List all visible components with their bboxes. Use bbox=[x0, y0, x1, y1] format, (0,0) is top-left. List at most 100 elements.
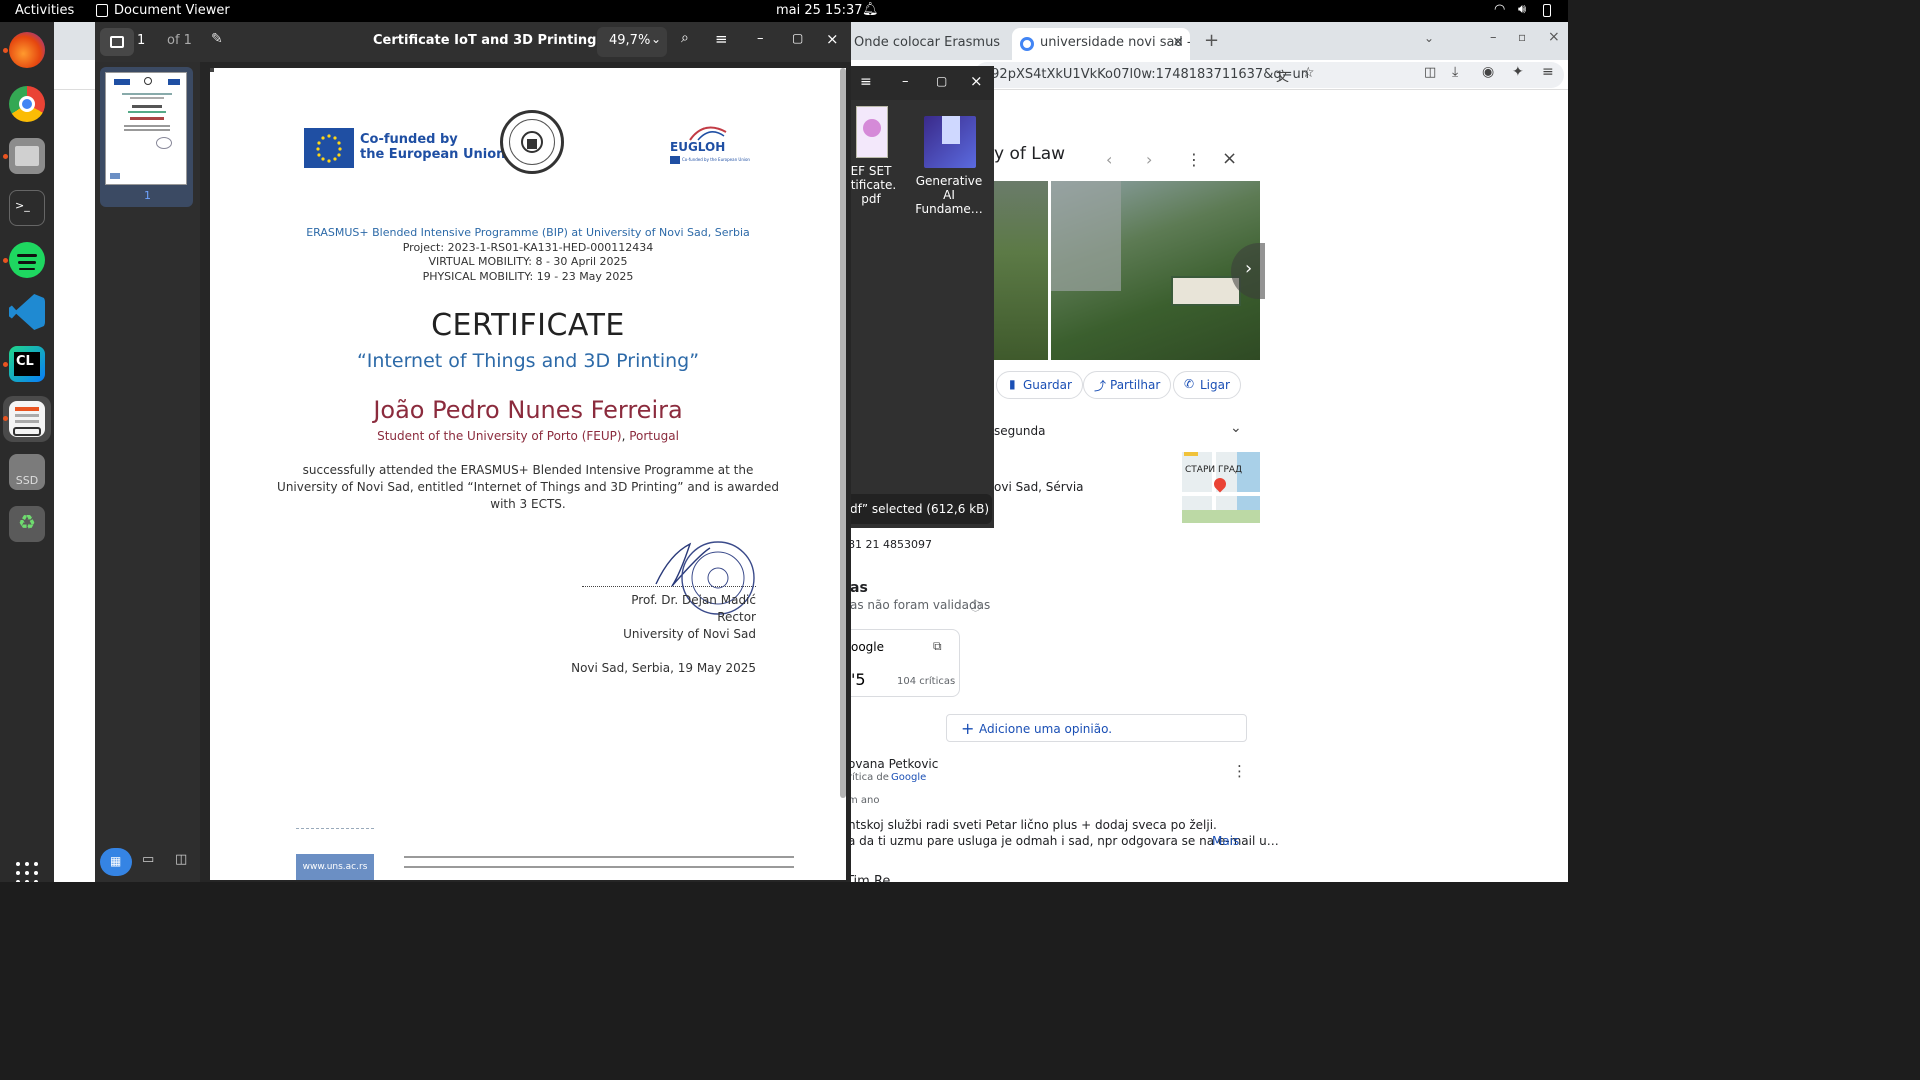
battery-icon[interactable] bbox=[1543, 4, 1551, 17]
annotations-icon[interactable]: ▭ bbox=[142, 852, 154, 867]
menu-icon[interactable]: ≡ bbox=[1542, 64, 1554, 80]
signer-name: Prof. Dr. Dejan Madić bbox=[631, 593, 756, 607]
clock[interactable]: mai 25 15:37 bbox=[776, 3, 863, 18]
address-text: ovi Sad, Sérvia bbox=[994, 480, 1084, 494]
place-photo[interactable] bbox=[994, 181, 1048, 360]
maximize-icon[interactable]: ▢ bbox=[792, 31, 803, 45]
notification-bell-icon[interactable]: 🔔︎ bbox=[862, 2, 879, 17]
annotate-pen-icon[interactable]: ✎ bbox=[211, 31, 223, 47]
running-indicator bbox=[3, 154, 8, 159]
call-button[interactable]: ✆ Ligar bbox=[1173, 371, 1241, 399]
selection-text: df” selected (612,6 kB) bbox=[850, 502, 990, 516]
review-more-icon[interactable]: ⋮ bbox=[1232, 762, 1247, 780]
terminal-icon[interactable]: >_ bbox=[9, 190, 45, 226]
bookmarks-icon[interactable]: ◫ bbox=[175, 852, 187, 867]
files-icon[interactable] bbox=[9, 138, 45, 174]
wifi-icon[interactable]: ◠ bbox=[1494, 2, 1505, 17]
zoom-dropdown[interactable]: 49,7% ⌄ bbox=[597, 27, 667, 57]
restore-icon[interactable]: ▫ bbox=[1518, 30, 1526, 44]
sidebar-toggle-button[interactable] bbox=[100, 28, 134, 56]
review-time: m ano bbox=[848, 795, 880, 806]
address-bar[interactable]: c92pXS4tXkU1VkKo07l0w:1748183711637&q=un bbox=[974, 62, 1564, 88]
search-icon[interactable]: ⌕ bbox=[681, 30, 689, 46]
thumbnails-view-button[interactable]: ▦ bbox=[100, 848, 132, 876]
account-icon[interactable]: ◉ bbox=[1482, 64, 1494, 80]
add-review-button[interactable]: + Adicione uma opinião. bbox=[946, 714, 1247, 742]
vertical-scrollbar[interactable] bbox=[840, 68, 846, 798]
clion-icon[interactable]: CL bbox=[9, 346, 45, 382]
reviewer-sub: rítica de bbox=[848, 772, 889, 783]
extensions-icon[interactable]: ✦ bbox=[1512, 64, 1524, 80]
tab-list-icon[interactable]: ⌄ bbox=[1424, 31, 1434, 45]
google-link[interactable]: Google bbox=[891, 772, 926, 783]
maximize-icon[interactable]: ▢ bbox=[936, 74, 947, 88]
viewer-header: ▭ 1 of 1 ✎ Certificate IoT and 3D Printi… bbox=[95, 22, 851, 62]
download-icon[interactable]: ⤓ bbox=[1452, 64, 1458, 80]
show-apps-icon[interactable] bbox=[16, 862, 38, 882]
reviewer-name[interactable]: ovana Petkovic bbox=[848, 757, 938, 771]
close-tab-icon[interactable]: × bbox=[1172, 34, 1184, 50]
project-code: Project: 2023-1-RS01-KA131-HED-000112434 bbox=[402, 241, 654, 254]
info-icon[interactable]: ⓘ bbox=[970, 598, 981, 614]
review-text: ntskoj službi radi sveti Petar lično plu… bbox=[848, 818, 1217, 832]
google-rating-card[interactable]: oogle ⧉ '5 104 críticas bbox=[838, 629, 960, 697]
running-indicator bbox=[3, 362, 8, 367]
minimize-icon[interactable]: – bbox=[757, 31, 764, 46]
browser-tab-active[interactable]: universidade novi sad - Pe × bbox=[1012, 28, 1190, 60]
tab-title: Onde colocar Erasmus no bbox=[854, 35, 1004, 50]
rating-source: oogle bbox=[851, 640, 885, 654]
tab-title: universidade novi sad - Pe bbox=[1040, 35, 1190, 50]
page-number-input[interactable]: 1 bbox=[137, 33, 145, 48]
share-label: Partilhar bbox=[1110, 378, 1161, 392]
file-name-line: Fundame… bbox=[915, 202, 983, 216]
phone-text[interactable]: 81 21 4853097 bbox=[848, 538, 932, 551]
trash-icon[interactable]: ♻ bbox=[9, 506, 45, 542]
prev-arrow-icon[interactable]: ‹ bbox=[1106, 150, 1112, 169]
save-button[interactable]: ▮ Guardar bbox=[996, 371, 1083, 399]
more-options-icon[interactable]: ⋮ bbox=[1186, 150, 1202, 169]
file-name-line: AI bbox=[943, 188, 955, 202]
reviews-count: 104 críticas bbox=[897, 676, 956, 687]
drive-icon[interactable]: SSD bbox=[9, 454, 45, 490]
page-total: of 1 bbox=[167, 33, 192, 48]
app-menu[interactable]: Document Viewer bbox=[114, 3, 230, 18]
chevron-down-icon: ⌄ bbox=[651, 32, 662, 46]
eu-logo-line: the European Union bbox=[360, 147, 506, 162]
close-icon[interactable]: × bbox=[1548, 29, 1560, 45]
share-button[interactable]: ⤴ Partilhar bbox=[1083, 371, 1172, 399]
virtual-mobility: VIRTUAL MOBILITY: 8 - 30 April 2025 bbox=[428, 255, 628, 268]
translate-icon[interactable]: 文 bbox=[1276, 66, 1289, 85]
close-icon[interactable]: × bbox=[1222, 148, 1237, 169]
minimize-icon[interactable]: – bbox=[1490, 30, 1497, 45]
eu-logo-text: Co-funded by the European Union bbox=[360, 132, 505, 162]
review-more-link[interactable]: Mais bbox=[1212, 834, 1239, 848]
eugloh-logo: EUGLOH Co-funded by the European Union bbox=[670, 118, 750, 168]
footer-address-line bbox=[404, 856, 794, 858]
page-thumbnail[interactable]: 1 bbox=[100, 67, 193, 207]
next-arrow-icon[interactable]: › bbox=[1146, 150, 1152, 169]
firefox-icon[interactable] bbox=[9, 32, 45, 68]
close-icon[interactable]: × bbox=[826, 30, 839, 48]
close-icon[interactable]: × bbox=[970, 72, 983, 90]
document-canvas[interactable]: Co-funded by the European Union EUGLOH C… bbox=[200, 62, 851, 882]
certificate-heading: CERTIFICATE bbox=[431, 308, 625, 343]
bookmark-icon: ▮ bbox=[1009, 377, 1016, 391]
phone-icon: ✆ bbox=[1184, 377, 1195, 391]
file-generative-ai[interactable]: Generative AI Fundame… bbox=[914, 106, 984, 216]
vscode-icon[interactable] bbox=[9, 294, 45, 330]
volume-icon[interactable]: 🔊︎ bbox=[1518, 2, 1526, 17]
browser-tab[interactable]: Onde colocar Erasmus no bbox=[844, 28, 1004, 60]
place-photo[interactable] bbox=[1051, 181, 1260, 360]
new-tab-icon[interactable]: + bbox=[1204, 30, 1219, 51]
menu-icon[interactable]: ≡ bbox=[860, 74, 872, 90]
document-viewer-dock-icon[interactable] bbox=[9, 401, 45, 437]
activities-button[interactable]: Activities bbox=[15, 3, 74, 18]
bookmark-star-icon[interactable]: ☆ bbox=[1302, 65, 1315, 81]
minimize-icon[interactable]: – bbox=[902, 74, 909, 89]
menu-icon[interactable]: ≡ bbox=[715, 30, 728, 48]
chevron-down-icon[interactable]: ⌄ bbox=[1230, 420, 1242, 436]
mini-map[interactable]: СТАРИ ГРАД bbox=[1182, 452, 1260, 523]
chrome-icon[interactable] bbox=[9, 86, 45, 122]
spotify-icon[interactable] bbox=[9, 242, 45, 278]
pocket-icon[interactable]: ◫ bbox=[1424, 65, 1436, 80]
